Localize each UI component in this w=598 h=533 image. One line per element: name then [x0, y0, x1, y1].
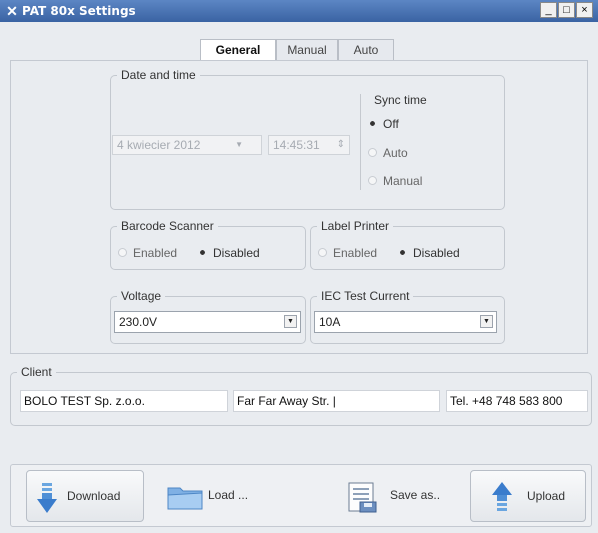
- download-button[interactable]: Download: [26, 470, 144, 522]
- download-label: Download: [67, 489, 121, 503]
- load-label: Load ...: [208, 488, 249, 502]
- client-name-input[interactable]: BOLO TEST Sp. z.o.o.: [20, 390, 228, 412]
- barcode-enabled-label: Enabled: [133, 246, 178, 260]
- maximize-button[interactable]: □: [558, 2, 575, 18]
- title-bar[interactable]: ✕ PAT 80x Settings _ □ ×: [0, 0, 598, 22]
- minimize-button[interactable]: _: [540, 2, 557, 18]
- printer-disabled-label: Disabled: [413, 246, 460, 260]
- client-address-input[interactable]: Far Far Away Str. |: [233, 390, 440, 412]
- time-value: 14:45:31: [273, 138, 320, 152]
- sync-manual-label: Manual: [383, 174, 423, 188]
- dropdown-arrow-icon: ▼: [284, 315, 297, 328]
- barcode-disabled-label: Disabled: [213, 246, 260, 260]
- iec-legend: IEC Test Current: [317, 289, 414, 303]
- sync-off-label: Off: [383, 117, 399, 131]
- settings-window: ✕ PAT 80x Settings _ □ × General Manual …: [0, 0, 598, 533]
- dropdown-arrow-icon: ▼: [480, 315, 493, 328]
- tab-general[interactable]: General: [200, 39, 276, 62]
- voltage-select[interactable]: 230.0V ▼: [114, 311, 301, 333]
- label-printer-legend: Label Printer: [317, 219, 394, 233]
- sync-divider: [360, 94, 361, 190]
- client-phone-input[interactable]: Tel. +48 748 583 800: [446, 390, 588, 412]
- sync-time-title: Sync time: [374, 93, 427, 107]
- sync-auto-radio[interactable]: Auto: [368, 146, 408, 160]
- client-legend: Client: [17, 365, 56, 379]
- barcode-disabled-radio[interactable]: Disabled: [198, 246, 260, 260]
- date-value: 4 kwiecier 2012: [117, 138, 201, 152]
- date-picker[interactable]: 4 kwiecier 2012 ▼: [112, 135, 262, 155]
- sync-auto-label: Auto: [383, 146, 408, 160]
- voltage-legend: Voltage: [117, 289, 166, 303]
- save-as-button[interactable]: Save as..: [346, 470, 446, 522]
- barcode-legend: Barcode Scanner: [117, 219, 218, 233]
- folder-icon: [167, 487, 203, 510]
- printer-disabled-radio[interactable]: Disabled: [398, 246, 460, 260]
- upload-button[interactable]: Upload: [470, 470, 586, 522]
- voltage-value: 230.0V: [119, 315, 158, 329]
- upload-label: Upload: [527, 489, 566, 503]
- radio-selected-icon: [198, 248, 207, 258]
- sync-manual-radio[interactable]: Manual: [368, 174, 422, 188]
- radio-selected-icon: [368, 119, 377, 129]
- close-button[interactable]: ×: [576, 2, 593, 18]
- save-as-label: Save as..: [390, 488, 441, 502]
- radio-empty-icon: [318, 248, 327, 258]
- save-document-icon: [348, 482, 377, 513]
- date-time-legend: Date and time: [117, 68, 200, 82]
- spinner-icon: ⇕: [336, 139, 345, 150]
- radio-empty-icon: [118, 248, 127, 258]
- iec-current-select[interactable]: 10A ▼: [314, 311, 497, 333]
- chevron-down-icon: ▼: [235, 140, 243, 149]
- tab-auto[interactable]: Auto: [338, 39, 394, 60]
- download-arrow-icon: [37, 483, 57, 513]
- window-title: PAT 80x Settings: [22, 4, 136, 18]
- radio-empty-icon: [368, 148, 377, 158]
- printer-enabled-radio[interactable]: Enabled: [318, 246, 377, 260]
- radio-selected-icon: [398, 248, 407, 258]
- iec-value: 10A: [319, 315, 341, 329]
- app-icon: ✕: [6, 3, 18, 19]
- printer-enabled-label: Enabled: [333, 246, 378, 260]
- upload-arrow-icon: [492, 482, 512, 511]
- sync-off-radio[interactable]: Off: [368, 117, 399, 131]
- radio-empty-icon: [368, 176, 377, 186]
- time-picker[interactable]: 14:45:31 ⇕: [268, 135, 350, 155]
- load-button[interactable]: Load ...: [164, 470, 274, 522]
- tab-manual[interactable]: Manual: [276, 39, 338, 60]
- barcode-enabled-radio[interactable]: Enabled: [118, 246, 177, 260]
